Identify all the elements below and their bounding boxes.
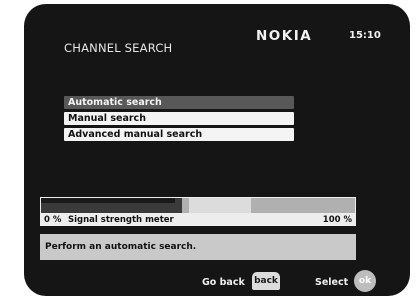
meter-max-label: 100 % — [322, 215, 352, 225]
menu-item-manual-search[interactable]: Manual search — [64, 112, 294, 125]
signal-meter-labels: 0 % Signal strength meter 100 % — [40, 214, 356, 226]
select-label: Select — [315, 277, 349, 288]
signal-level-fill — [41, 198, 176, 203]
menu-item-label: Manual search — [68, 113, 146, 124]
ok-button[interactable]: ok — [354, 270, 376, 292]
search-menu: Automatic search Manual search Advanced … — [64, 96, 294, 144]
menu-item-label: Advanced manual search — [68, 129, 203, 140]
meter-min-label: 0 % — [44, 215, 62, 225]
back-button[interactable]: back — [252, 272, 280, 290]
menu-item-label: Automatic search — [68, 97, 162, 108]
menu-item-advanced-manual-search[interactable]: Advanced manual search — [64, 128, 294, 141]
info-box: Perform an automatic search. — [40, 234, 356, 260]
page-title: CHANNEL SEARCH — [64, 41, 173, 55]
clock: 15:10 — [349, 30, 381, 41]
signal-level-highlight — [188, 198, 252, 213]
meter-title: Signal strength meter — [68, 215, 174, 225]
go-back-label: Go back — [202, 277, 245, 288]
info-text: Perform an automatic search. — [45, 242, 197, 252]
signal-strength-bar — [40, 197, 356, 214]
menu-item-automatic-search[interactable]: Automatic search — [64, 96, 294, 109]
brand-logo: NOKIA — [256, 28, 313, 44]
